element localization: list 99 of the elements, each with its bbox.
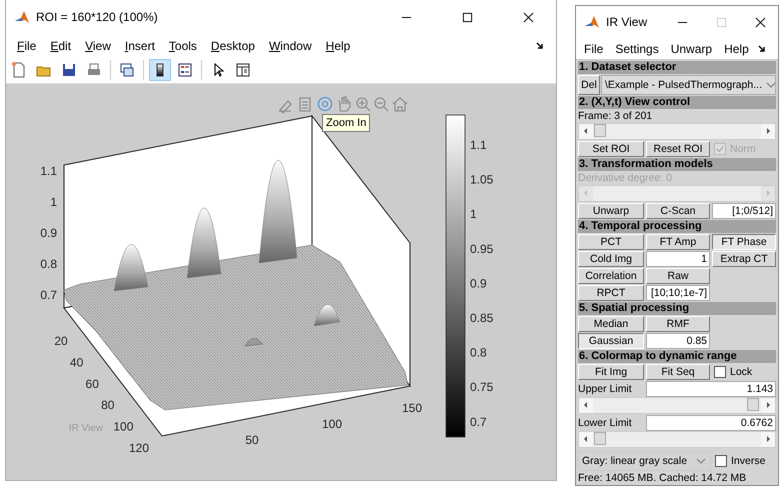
colorbar-tick-label: 0.95 — [470, 242, 494, 256]
x-axis-tick-label: 50 — [245, 433, 259, 447]
panel-button[interactable]: RMF — [646, 316, 710, 332]
z-axis-tick-label: 0.9 — [40, 226, 57, 240]
app-icon — [14, 9, 30, 25]
colorbar-tick-label: 0.9 — [470, 276, 487, 290]
colorbar-tick-label: 0.75 — [470, 380, 494, 394]
surface-bump — [244, 338, 264, 346]
slider[interactable] — [578, 397, 776, 414]
dock-icon[interactable] — [758, 44, 766, 52]
colorbar-tick-label: 0.7 — [470, 414, 487, 429]
surface-peak — [114, 244, 148, 292]
panel-button[interactable]: Cold Img — [578, 251, 644, 267]
y-axis-tick-label: 80 — [101, 398, 114, 412]
menu-item[interactable]: Window — [262, 38, 319, 52]
input-field[interactable]: 1 — [646, 251, 710, 267]
chevron-down-icon — [766, 82, 775, 88]
panel-button[interactable]: Median — [578, 316, 644, 332]
menu-item[interactable]: Edit — [43, 38, 78, 52]
input-field[interactable]: 0.85 — [646, 333, 710, 349]
colorbar-tick-label: 1 — [470, 207, 477, 222]
colorbar-tick-label: 0.8 — [470, 346, 487, 360]
section-heading: 2. (X,Y,t) View control — [578, 96, 776, 109]
dataset-dropdown[interactable]: \Example - PulsedThermograph... — [601, 75, 776, 95]
section-heading: 1. Dataset selector — [578, 61, 776, 74]
slider[interactable] — [578, 431, 776, 448]
checkbox-label: Lock — [730, 366, 752, 378]
maximize-icon[interactable] — [462, 12, 473, 22]
delete-button[interactable]: Del — [578, 75, 600, 95]
z-axis-tick-label: 0.7 — [40, 288, 57, 302]
slider-thumb[interactable] — [594, 432, 606, 445]
y-axis-tick-label: 60 — [86, 376, 99, 391]
panel-button[interactable]: FT Amp — [646, 234, 710, 250]
tooltip: Zoom In — [322, 114, 370, 132]
colormap-dropdown[interactable]: Gray: linear gray scale — [578, 451, 711, 471]
slider-thumb[interactable] — [746, 398, 759, 411]
x-axis-tick-label: 100 — [322, 417, 342, 431]
z-axis-tick-label: 1.1 — [40, 164, 57, 178]
menu-item[interactable]: Unwarp — [664, 42, 718, 56]
menu-item[interactable]: Desktop — [204, 38, 262, 52]
slider[interactable] — [578, 123, 776, 140]
panel-button[interactable]: Fit Seq — [646, 364, 710, 380]
checkbox[interactable] — [715, 455, 727, 467]
panel-button[interactable]: Gaussian — [578, 333, 644, 349]
section-heading: 4. Temporal processing — [578, 220, 776, 233]
checkbox[interactable] — [714, 366, 726, 378]
panel-button[interactable]: Raw — [646, 268, 710, 284]
panel-button[interactable]: Reset ROI — [646, 141, 710, 157]
panel-button[interactable]: C-Scan — [646, 203, 710, 219]
menu-item[interactable]: File — [10, 38, 44, 52]
surface-peak — [314, 304, 340, 326]
input-field[interactable]: 0.6762 — [646, 415, 776, 431]
chevron-down-icon — [696, 458, 706, 464]
close-icon[interactable] — [523, 12, 534, 22]
colorbar-tick-label: 1.05 — [470, 172, 494, 187]
checkbox-label: Inverse — [731, 455, 766, 467]
section-heading: 5. Spatial processing — [578, 302, 776, 315]
app-icon — [584, 14, 600, 30]
window-title: IR View — [606, 15, 648, 29]
menu-item[interactable]: Help — [318, 38, 358, 52]
window-title: ROI = 160*120 (100%) — [36, 10, 158, 24]
field-label: Lower Limit — [578, 417, 633, 429]
panel-button[interactable]: Set ROI — [578, 141, 644, 157]
menu-item[interactable]: Help — [718, 42, 755, 56]
x-axis-tick-label: 150 — [402, 401, 422, 415]
memory-status: Free: 14065 MB. Cached: 14.72 MB — [578, 472, 748, 484]
z-axis-tick-label: 0.8 — [40, 257, 57, 271]
surface-peak — [186, 208, 222, 278]
panel-button[interactable]: Fit Img — [578, 364, 644, 380]
y-axis-tick-label: 40 — [70, 355, 84, 370]
panel-button[interactable]: Unwarp — [578, 203, 644, 219]
menu-item[interactable]: Tools — [162, 38, 204, 52]
panel-button[interactable]: PCT — [578, 234, 644, 250]
menu-item[interactable]: Settings — [609, 42, 665, 56]
menu-item[interactable]: File — [578, 42, 610, 56]
menu-item[interactable]: Insert — [118, 38, 162, 52]
colorbar-tick-label: 1.1 — [470, 138, 487, 152]
z-axis-tick-label: 1 — [50, 195, 57, 209]
section-heading: 6. Colormap to dynamic range — [578, 350, 776, 363]
panel-button[interactable]: FT Phase — [712, 234, 776, 250]
y-axis-tick-label: 20 — [54, 334, 68, 348]
dock-icon[interactable] — [536, 42, 544, 50]
maximize-icon — [716, 16, 727, 28]
colorbar-tick-label: 0.85 — [470, 311, 494, 325]
panel-button[interactable]: Extrap CT — [712, 251, 776, 267]
field-label: Upper Limit — [578, 383, 633, 395]
slider-thumb[interactable] — [594, 124, 606, 137]
close-icon[interactable] — [755, 16, 766, 28]
y-axis-tick-label: 120 — [128, 441, 150, 455]
section-heading: 3. Transformation models — [578, 158, 776, 171]
input-field[interactable]: 1.143 — [646, 381, 776, 397]
input-field[interactable]: [1;0/512] — [712, 203, 776, 219]
panel-button[interactable]: Correlation — [578, 268, 644, 284]
panel-button[interactable]: RPCT — [578, 285, 644, 301]
status-label: Frame: 3 of 201 — [578, 110, 654, 122]
input-field[interactable]: [10;10;1e-7] — [646, 285, 710, 301]
colorbar-icon[interactable] — [149, 59, 171, 81]
menu-item[interactable]: View — [78, 38, 118, 52]
y-axis-tick-label: 100 — [113, 420, 134, 434]
